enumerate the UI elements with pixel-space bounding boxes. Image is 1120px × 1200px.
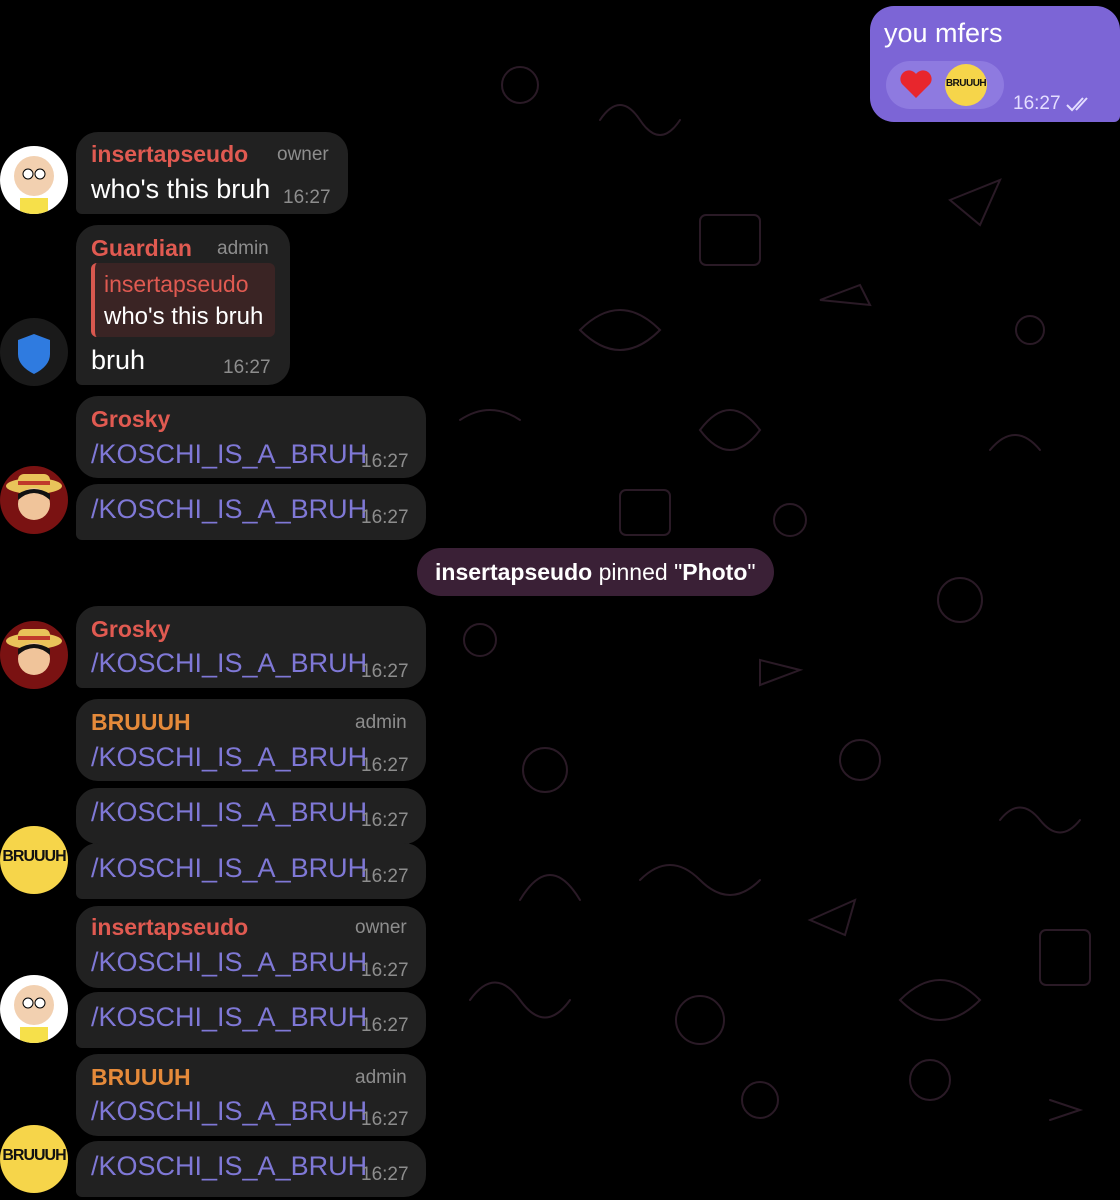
avatar-guardian[interactable] <box>0 318 68 386</box>
outgoing-message-time: 16:27 <box>1013 93 1061 114</box>
sender-role: admin <box>355 712 407 733</box>
command-link[interactable]: /KOSCHI_IS_A_BRUH <box>91 947 367 978</box>
message-time: 16:27 <box>223 357 271 378</box>
avatar-insertapseudo[interactable] <box>0 975 68 1043</box>
sender-name[interactable]: Grosky <box>91 616 170 643</box>
message-text: who's this bruh <box>91 174 271 204</box>
avatar-insertapseudo[interactable] <box>0 146 68 214</box>
service-actor: insertapseudo <box>435 559 593 585</box>
message-time: 16:27 <box>361 810 409 831</box>
reply-sender-name: insertapseudo <box>104 271 249 297</box>
message-time: 16:27 <box>361 755 409 776</box>
sender-name[interactable]: Grosky <box>91 406 170 433</box>
service-close: " <box>747 559 756 585</box>
sender-role: owner <box>277 144 329 165</box>
message-time: 16:27 <box>361 507 409 528</box>
sender-role: owner <box>355 917 407 938</box>
message-text: bruh <box>91 345 146 375</box>
command-link[interactable]: /KOSCHI_IS_A_BRUH <box>91 742 367 773</box>
message-time: 16:27 <box>361 960 409 981</box>
avatar-bruuuh[interactable]: BRUUUH <box>0 1125 68 1193</box>
sender-name[interactable]: BRUUUH <box>91 709 191 736</box>
avatar-grosky[interactable] <box>0 466 68 534</box>
message-time: 16:27 <box>283 187 331 208</box>
command-link[interactable]: /KOSCHI_IS_A_BRUH <box>91 853 367 884</box>
command-link[interactable]: /KOSCHI_IS_A_BRUH <box>91 648 367 679</box>
sender-name[interactable]: insertapseudo <box>91 141 248 168</box>
avatar-grosky[interactable] <box>0 621 68 689</box>
command-link[interactable]: /KOSCHI_IS_A_BRUH <box>91 797 367 828</box>
command-link[interactable]: /KOSCHI_IS_A_BRUH <box>91 1151 367 1182</box>
reply-text: who's this bruh <box>104 303 264 330</box>
command-link[interactable]: /KOSCHI_IS_A_BRUH <box>91 1002 367 1033</box>
reaction-avatar: BRUUUH <box>945 64 987 106</box>
service-action: pinned " <box>592 559 683 585</box>
avatar-bruuuh[interactable]: BRUUUH <box>0 826 68 894</box>
command-link[interactable]: /KOSCHI_IS_A_BRUH <box>91 439 367 470</box>
sender-name[interactable]: Guardian <box>91 235 192 262</box>
message-time: 16:27 <box>361 451 409 472</box>
pinned-service-message[interactable]: insertapseudo pinned "Photo" <box>417 548 774 596</box>
sender-role: admin <box>355 1067 407 1088</box>
heart-reaction-icon[interactable] <box>898 66 934 107</box>
sender-name[interactable]: BRUUUH <box>91 1064 191 1091</box>
command-link[interactable]: /KOSCHI_IS_A_BRUH <box>91 494 367 525</box>
message-time: 16:27 <box>361 866 409 887</box>
outgoing-message-text: you mfers <box>884 18 1003 48</box>
sender-role: admin <box>217 238 269 259</box>
message-time: 16:27 <box>361 661 409 682</box>
command-link[interactable]: /KOSCHI_IS_A_BRUH <box>91 1096 367 1127</box>
message-time: 16:27 <box>361 1109 409 1130</box>
service-object: Photo <box>682 559 748 585</box>
double-check-icon <box>1066 96 1096 117</box>
message-time: 16:27 <box>361 1164 409 1185</box>
message-time: 16:27 <box>361 1015 409 1036</box>
sender-name[interactable]: insertapseudo <box>91 914 248 941</box>
